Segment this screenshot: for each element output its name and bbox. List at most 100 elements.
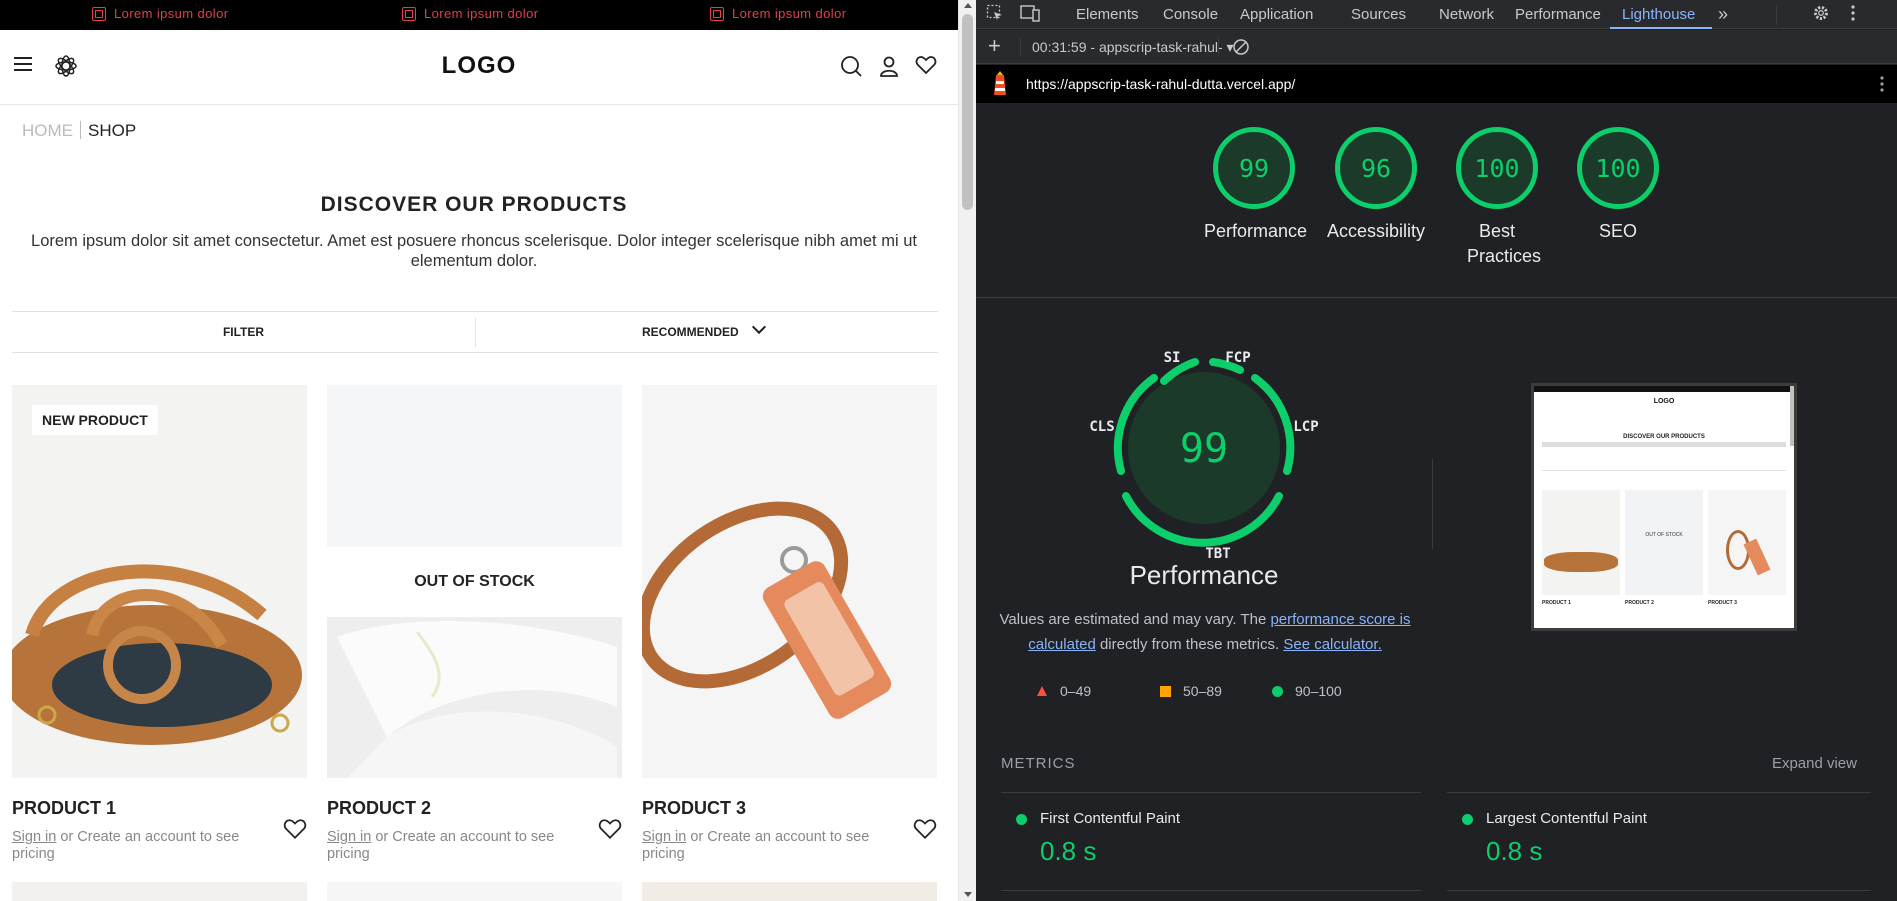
heart-icon[interactable] bbox=[598, 818, 622, 846]
score-label: Performance bbox=[1204, 221, 1308, 241]
scrollbar-thumb[interactable] bbox=[962, 14, 973, 210]
score-value: 100 bbox=[1577, 127, 1659, 209]
report-selector-label: 00:31:59 - appscrip-task-rahul- bbox=[1032, 39, 1223, 55]
user-icon[interactable] bbox=[879, 55, 899, 83]
performance-section: SI FCP CLS LCP TBT 99 Performance Values… bbox=[976, 299, 1897, 729]
devtools-tabbar: Elements Console Application Sources Net… bbox=[976, 0, 1897, 29]
perf-gauge-value: 99 bbox=[1180, 426, 1228, 472]
scroll-up-arrow-icon[interactable] bbox=[964, 3, 972, 8]
score-note: Values are estimated and may vary. The p… bbox=[999, 607, 1411, 657]
legend-item-pass: 90–100 bbox=[1272, 683, 1342, 699]
sort-dropdown[interactable]: RECOMMENDED bbox=[642, 325, 739, 339]
device-toggle-icon[interactable] bbox=[1020, 4, 1040, 27]
report-url-bar: https://appscrip-task-rahul-dutta.vercel… bbox=[976, 65, 1897, 103]
product-card[interactable]: OUT OF STOCK PRODUCT 2 Sign in or Create… bbox=[327, 385, 622, 863]
heart-icon[interactable] bbox=[913, 818, 937, 846]
legend-item-average: 50–89 bbox=[1160, 683, 1222, 699]
product-pricing-note: Sign in or Create an account to see pric… bbox=[642, 829, 882, 863]
segment-label-cls: CLS bbox=[1089, 419, 1114, 435]
site-header: LOGO bbox=[0, 30, 958, 105]
score-gauge-performance[interactable]: 99 Performance bbox=[1204, 127, 1308, 244]
thumb-product-name: PRODUCT 2 bbox=[1625, 600, 1654, 606]
legend-item-fail: 0–49 bbox=[1036, 683, 1091, 699]
breadcrumb-current: SHOP bbox=[88, 121, 137, 140]
tab-sources[interactable]: Sources bbox=[1351, 6, 1406, 23]
kebab-menu-icon[interactable] bbox=[1850, 4, 1856, 27]
page-heading: DISCOVER OUR PRODUCTS bbox=[320, 193, 628, 216]
score-gauge-seo[interactable]: 100 SEO bbox=[1568, 127, 1668, 244]
product-name[interactable]: PRODUCT 3 bbox=[642, 798, 937, 819]
product-image-peek bbox=[642, 882, 937, 901]
score-gauge-accessibility[interactable]: 96 Accessibility bbox=[1326, 127, 1426, 244]
promo-icon bbox=[402, 6, 416, 21]
scroll-down-arrow-icon[interactable] bbox=[964, 892, 972, 897]
promo-text: Lorem ipsum dolor bbox=[424, 6, 539, 21]
tab-elements[interactable]: Elements bbox=[1076, 6, 1139, 23]
metric-name: First Contentful Paint bbox=[1040, 810, 1181, 827]
lighthouse-toolbar: + 00:31:59 - appscrip-task-rahul- ▾ bbox=[976, 30, 1897, 64]
settings-gear-icon[interactable] bbox=[1812, 4, 1830, 27]
average-square-icon bbox=[1160, 685, 1171, 697]
product-pricing-note: Sign in or Create an account to see pric… bbox=[327, 829, 567, 863]
legend-range: 50–89 bbox=[1183, 683, 1222, 699]
score-gauge-best-practices[interactable]: 100 Best Practices bbox=[1447, 127, 1547, 269]
product-image[interactable]: NEW PRODUCT bbox=[12, 385, 307, 778]
report-url[interactable]: https://appscrip-task-rahul-dutta.vercel… bbox=[1026, 76, 1295, 92]
metric-value: 0.8 s bbox=[1486, 836, 1543, 866]
category-scores: 99 Performance 96 Accessibility 100 Best… bbox=[976, 103, 1897, 298]
final-screenshot-thumbnail[interactable]: LOGO DISCOVER OUR PRODUCTS OUT OF STOCK … bbox=[1531, 383, 1797, 631]
promo-item: Lorem ipsum dolor bbox=[710, 6, 846, 21]
score-note-text: Values are estimated and may vary. The bbox=[999, 611, 1271, 628]
site-logo[interactable]: LOGO bbox=[0, 52, 958, 80]
score-note-text: directly from these metrics. bbox=[1095, 636, 1284, 653]
product-badge: NEW PRODUCT bbox=[32, 405, 158, 435]
breadcrumb-home[interactable]: HOME bbox=[22, 121, 73, 140]
perf-gauge-title: Performance bbox=[1129, 560, 1279, 590]
see-calculator-link[interactable]: See calculator. bbox=[1283, 636, 1381, 653]
product-image-peek bbox=[12, 882, 307, 901]
search-icon[interactable] bbox=[840, 55, 862, 83]
score-value: 99 bbox=[1213, 127, 1295, 209]
product-name[interactable]: PRODUCT 2 bbox=[327, 798, 622, 819]
page-scrollbar[interactable] bbox=[958, 0, 976, 901]
score-label: Accessibility bbox=[1326, 221, 1426, 241]
tab-performance[interactable]: Performance bbox=[1515, 6, 1601, 23]
tab-application[interactable]: Application bbox=[1240, 6, 1313, 23]
segment-label-lcp: LCP bbox=[1293, 419, 1318, 435]
metrics-heading: METRICS bbox=[1001, 755, 1076, 772]
product-card[interactable]: PRODUCT 3 Sign in or Create an account t… bbox=[642, 385, 937, 863]
active-tab-indicator bbox=[1610, 27, 1712, 29]
product-image[interactable]: OUT OF STOCK bbox=[327, 385, 622, 778]
expand-view-toggle[interactable]: Expand view bbox=[1772, 755, 1857, 772]
report-selector[interactable]: 00:31:59 - appscrip-task-rahul- ▾ bbox=[1032, 39, 1234, 56]
new-report-plus-icon[interactable]: + bbox=[988, 33, 1001, 59]
filter-bar: FILTER RECOMMENDED bbox=[12, 311, 938, 353]
more-tabs-icon[interactable]: » bbox=[1718, 4, 1728, 25]
segment-label-tbt: TBT bbox=[1205, 546, 1230, 561]
promo-item: Lorem ipsum dolor bbox=[402, 6, 538, 21]
legend-range: 90–100 bbox=[1295, 683, 1342, 699]
tab-console[interactable]: Console bbox=[1163, 6, 1218, 23]
sign-in-link[interactable]: Sign in bbox=[12, 829, 56, 845]
product-pricing-note: Sign in or Create an account to see pric… bbox=[12, 829, 252, 863]
wishlist-icon[interactable] bbox=[915, 55, 937, 81]
product-card[interactable]: NEW PRODUCT PRODUCT 1 Sign in or Create … bbox=[12, 385, 307, 863]
score-value: 100 bbox=[1456, 127, 1538, 209]
tab-lighthouse[interactable]: Lighthouse bbox=[1622, 6, 1695, 23]
lighthouse-logo-icon bbox=[990, 71, 1010, 102]
tab-network[interactable]: Network bbox=[1439, 6, 1494, 23]
devtools-panel: Elements Console Application Sources Net… bbox=[976, 0, 1897, 901]
out-of-stock-label: OUT OF STOCK bbox=[414, 573, 535, 590]
clear-reports-icon[interactable] bbox=[1232, 38, 1250, 61]
product-name[interactable]: PRODUCT 1 bbox=[12, 798, 307, 819]
report-menu-icon[interactable] bbox=[1879, 75, 1885, 98]
sign-in-link[interactable]: Sign in bbox=[327, 829, 371, 845]
product-image[interactable] bbox=[642, 385, 937, 778]
inspect-element-icon[interactable] bbox=[986, 4, 1004, 27]
segment-label-fcp: FCP bbox=[1225, 351, 1250, 366]
filter-button[interactable]: FILTER bbox=[12, 325, 475, 339]
chevron-down-icon[interactable] bbox=[751, 319, 767, 335]
heart-icon[interactable] bbox=[283, 818, 307, 846]
sign-in-link[interactable]: Sign in bbox=[642, 829, 686, 845]
thumb-heading: DISCOVER OUR PRODUCTS bbox=[1623, 434, 1705, 440]
